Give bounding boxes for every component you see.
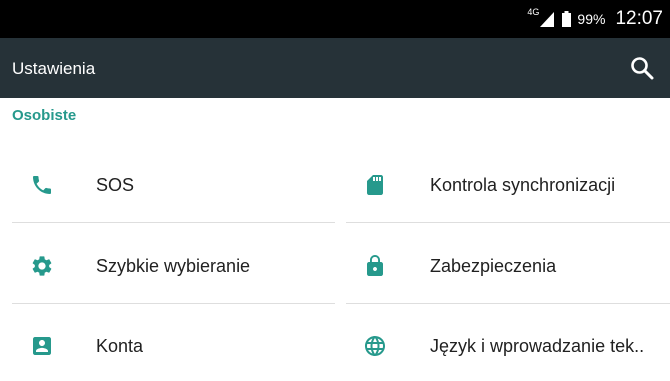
divider [346,303,670,304]
divider [346,222,670,223]
section-header: Osobiste [12,107,77,124]
account-box-icon [22,311,62,381]
settings-item-security[interactable]: Zabezpieczenia [355,231,670,301]
settings-item-accounts[interactable]: Konta [22,311,335,381]
settings-item-sync-control[interactable]: Kontrola synchronizacji [355,150,670,220]
battery-icon [562,11,572,27]
settings-item-label: Język i wprowadzanie tek.. [430,336,645,356]
globe-icon [355,311,395,381]
status-icons: 4G 99% 12:07 [527,0,663,38]
lock-icon [355,231,395,301]
settings-item-label: Konta [96,336,144,356]
search-button[interactable] [628,54,656,82]
phone-icon [22,150,62,220]
settings-item-sos[interactable]: SOS [22,150,335,220]
settings-item-label: SOS [96,175,135,195]
settings-item-speed-dial[interactable]: Szybkie wybieranie [22,231,335,301]
settings-item-language-input[interactable]: Język i wprowadzanie tek.. [355,311,670,381]
clock: 12:07 [615,8,663,29]
network-type-label: 4G [527,7,540,17]
sd-card-icon [355,150,395,220]
settings-item-label: Zabezpieczenia [430,256,557,276]
app-bar: Ustawienia [0,38,670,98]
settings-item-label: Kontrola synchronizacji [430,175,616,195]
page-title: Ustawienia [12,59,96,78]
gear-icon [22,231,62,301]
status-bar: 4G 99% 12:07 [0,0,670,38]
battery-percent: 99% [577,11,606,27]
divider [12,222,335,223]
settings-item-label: Szybkie wybieranie [96,256,251,276]
divider [12,303,335,304]
signal-icon [540,11,555,27]
search-icon [631,57,654,80]
